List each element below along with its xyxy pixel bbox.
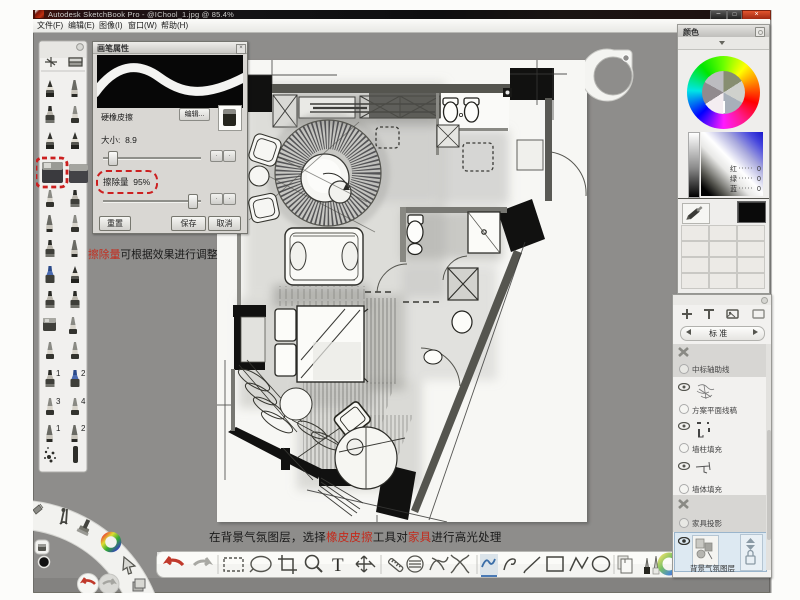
svg-text:蓝: 蓝 bbox=[730, 184, 737, 193]
svg-text:0: 0 bbox=[757, 166, 761, 173]
svg-text:红: 红 bbox=[730, 164, 737, 173]
svg-text:2: 2 bbox=[81, 424, 86, 433]
svg-text:1: 1 bbox=[56, 424, 61, 433]
svg-text:绿: 绿 bbox=[730, 174, 737, 183]
svg-text:T: T bbox=[332, 555, 344, 576]
svg-text:2: 2 bbox=[81, 369, 86, 378]
svg-text:3: 3 bbox=[56, 397, 61, 406]
svg-text:4: 4 bbox=[81, 397, 86, 406]
svg-text:1: 1 bbox=[56, 369, 61, 378]
svg-text:0: 0 bbox=[757, 186, 761, 193]
svg-text:0: 0 bbox=[757, 176, 761, 183]
